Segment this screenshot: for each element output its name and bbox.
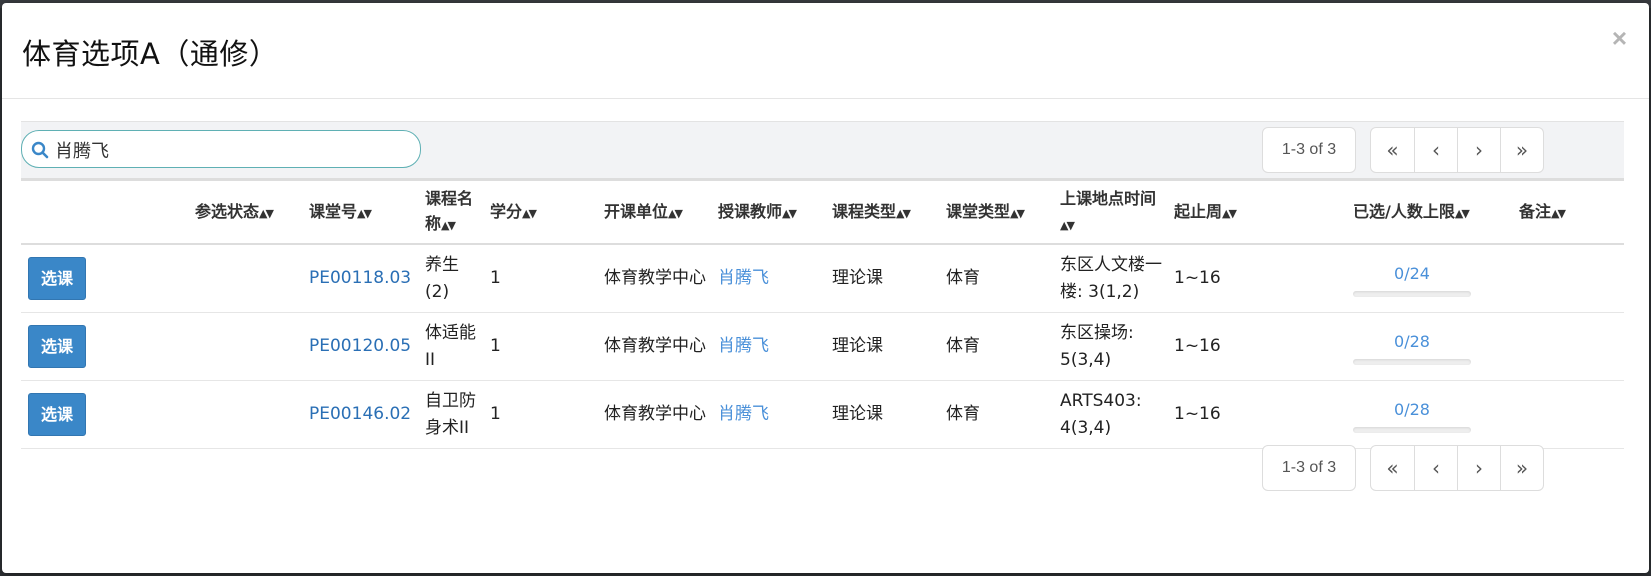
sort-icon: ▲▼ [522,206,537,220]
course-name-cell: 养生(2) [421,244,486,313]
sort-icon: ▲▼ [896,206,911,220]
course-type-cell: 理论课 [828,380,942,449]
status-cell [191,312,305,381]
class-type-cell: 体育 [942,244,1056,313]
prev-page-button[interactable]: ‹ [1414,446,1457,490]
course-table: 参选状态▲▼ 课堂号▲▼ 课程名称▲▼ 学分▲▼ 开课单位▲▼ 授课教师▲▼ 课… [21,178,1624,449]
pagination-info-bottom: 1-3 of 3 [1262,445,1356,491]
header-course-type[interactable]: 课程类型▲▼ [828,178,942,245]
location-time-cell: 东区人文楼一楼: 3(1,2) [1056,244,1170,313]
teacher-link[interactable]: 肖腾飞 [718,404,769,424]
next-page-button[interactable]: › [1457,128,1500,172]
header-course-name[interactable]: 课程名称▲▼ [421,178,486,245]
header-credits[interactable]: 学分▲▼ [486,178,600,245]
search-input[interactable] [53,135,412,165]
department-cell: 体育教学中心 [600,312,714,381]
header-weeks[interactable]: 起止周▲▼ [1170,178,1333,245]
close-icon[interactable]: × [1612,25,1627,51]
credits-cell: 1 [486,244,600,313]
select-course-button[interactable]: 选课 [28,325,87,368]
credits-cell: 1 [486,380,600,449]
notes-cell [1499,244,1624,313]
select-course-button[interactable]: 选课 [28,257,87,300]
enrollment-progress-bar [1353,427,1471,433]
header-department[interactable]: 开课单位▲▼ [600,178,714,245]
weeks-cell: 1~16 [1170,312,1333,381]
sort-icon: ▲▼ [668,206,683,220]
department-cell: 体育教学中心 [600,380,714,449]
enrollment-count: 0/28 [1394,332,1430,351]
course-name-cell: 体适能II [421,312,486,381]
class-type-cell: 体育 [942,380,1056,449]
location-time-cell: 东区操场: 5(3,4) [1056,312,1170,381]
pagination-bottom: « ‹ › » [1370,445,1544,491]
course-name-cell: 自卫防身术II [421,380,486,449]
weeks-cell: 1~16 [1170,380,1333,449]
header-location-time[interactable]: 上课地点时间▲▼ [1056,178,1170,245]
class-no-link[interactable]: PE00118.03 [309,268,411,288]
enrollment-progress-bar [1353,291,1471,297]
pagination-info-top: 1-3 of 3 [1262,127,1356,173]
sort-icon: ▲▼ [1454,206,1470,220]
course-type-cell: 理论课 [828,312,942,381]
header-teacher[interactable]: 授课教师▲▼ [714,178,828,245]
prev-page-button[interactable]: ‹ [1414,128,1457,172]
sort-icon: ▲▼ [357,206,372,220]
pagination-top: « ‹ › » [1370,127,1544,173]
table-header-row: 参选状态▲▼ 课堂号▲▼ 课程名称▲▼ 学分▲▼ 开课单位▲▼ 授课教师▲▼ 课… [21,178,1624,245]
location-time-cell: ARTS403: 4(3,4) [1056,380,1170,449]
first-page-button[interactable]: « [1371,128,1414,172]
sort-icon: ▲▼ [1060,219,1075,232]
status-cell [191,380,305,449]
course-type-cell: 理论课 [828,244,942,313]
teacher-link[interactable]: 肖腾飞 [718,336,769,356]
class-no-link[interactable]: PE00120.05 [309,336,411,356]
sort-icon: ▲▼ [1551,206,1566,220]
credits-cell: 1 [486,312,600,381]
select-course-button[interactable]: 选课 [28,393,87,436]
enrollment-count: 0/28 [1394,400,1430,419]
department-cell: 体育教学中心 [600,244,714,313]
table-row: 选课 PE00146.02 自卫防身术II 1 体育教学中心 肖腾飞 理论课 体… [21,380,1624,449]
header-action [21,178,191,245]
modal-title: 体育选项A（通修） [22,37,279,71]
next-page-button[interactable]: › [1457,446,1500,490]
first-page-button[interactable]: « [1371,446,1414,490]
header-enrollment[interactable]: 已选/人数上限▲▼ [1333,178,1499,245]
table-row: 选课 PE00118.03 养生(2) 1 体育教学中心 肖腾飞 理论课 体育 … [21,244,1624,313]
teacher-link[interactable]: 肖腾飞 [718,268,769,288]
header-class-no[interactable]: 课堂号▲▼ [305,178,421,245]
enrollment-count: 0/24 [1394,264,1430,283]
header-status[interactable]: 参选状态▲▼ [191,178,305,245]
header-notes[interactable]: 备注▲▼ [1499,178,1624,245]
weeks-cell: 1~16 [1170,244,1333,313]
table-toolbar: 1-3 of 3 « ‹ › » [21,121,1624,179]
sort-icon: ▲▼ [1010,206,1025,220]
sort-icon: ▲▼ [259,206,274,220]
last-page-button[interactable]: » [1500,446,1543,490]
enrollment-progress-bar [1353,359,1471,365]
sort-icon: ▲▼ [782,206,797,220]
class-no-link[interactable]: PE00146.02 [309,404,411,424]
search-icon [31,141,49,159]
header-class-type[interactable]: 课堂类型▲▼ [942,178,1056,245]
table-row: 选课 PE00120.05 体适能II 1 体育教学中心 肖腾飞 理论课 体育 … [21,312,1624,381]
notes-cell [1499,380,1624,449]
modal-header: 体育选项A（通修） × [2,3,1649,99]
class-type-cell: 体育 [942,312,1056,381]
last-page-button[interactable]: » [1500,128,1543,172]
status-cell [191,244,305,313]
search-box[interactable] [21,130,421,168]
notes-cell [1499,312,1624,381]
sort-icon: ▲▼ [1222,206,1237,220]
sort-icon: ▲▼ [441,219,456,232]
